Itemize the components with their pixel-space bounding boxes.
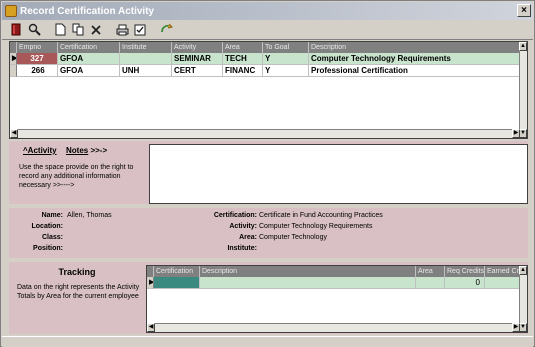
cell-activity[interactable]: CERT [172,65,223,77]
print-icon[interactable] [114,22,130,38]
col-empno[interactable]: Empno [17,42,58,53]
position-label: Position: [33,245,63,252]
scroll-right-icon[interactable]: ▶ [512,323,520,332]
tab-notes-arrow: >>-> [88,146,108,155]
location-label: Location: [31,223,64,230]
certification-value: Certificate in Fund Accounting Practices [259,212,383,219]
row-pointer-icon: ▶ [147,277,154,289]
refresh-icon[interactable] [158,22,174,38]
cell-empno[interactable]: 266 [17,65,58,77]
col-area[interactable]: Area [223,42,263,53]
col-area[interactable]: Area [416,266,445,277]
cell-area[interactable]: FINANC [223,65,263,77]
row-indicator-header [10,42,17,53]
col-description[interactable]: Description [309,42,521,53]
scroll-down-icon[interactable]: ▼ [519,323,527,332]
cell-description[interactable]: Professional Certification [309,65,521,77]
tracking-grid: Certification Description Area Req Credi… [146,265,528,333]
col-to-goal[interactable]: To Goal [263,42,309,53]
cell-empno[interactable]: 327 [17,53,58,65]
col-earned-credits[interactable]: Earned Cr [485,266,521,277]
copy-doc-icon[interactable] [70,22,86,38]
activity-help-text: Use the space provide on the right to re… [19,164,134,189]
table-row[interactable]: 266 GFOA UNH CERT FINANC Y Professional … [10,65,521,77]
cell-area[interactable] [416,277,445,289]
vertical-scrollbar[interactable]: ▲ ▼ [519,42,527,138]
tracking-grid-header: Certification Description Area Req Credi… [147,266,527,277]
title-bar[interactable]: Record Certification Activity × [2,2,533,20]
tracking-help-text: Data on the right represents the Activit… [17,284,140,300]
cell-certification[interactable] [154,277,200,289]
row-indicator-header [147,266,154,277]
col-req-credits[interactable]: Req Credits [445,266,485,277]
zoom-icon[interactable] [26,22,42,38]
delete-icon[interactable] [88,22,104,38]
col-institute[interactable]: Institute [120,42,172,53]
institute-label: Institute: [227,245,257,252]
cell-earned-credits[interactable] [485,277,521,289]
tab-activity[interactable]: ^Activity [23,146,57,155]
area-value: Computer Technology [259,234,327,241]
name-value: Allen, Thomas [67,212,112,219]
cell-area[interactable]: TECH [223,53,263,65]
activity-panel: ^Activity Notes >>-> Use the space provi… [9,141,528,204]
cell-certification[interactable]: GFOA [58,65,120,77]
cell-to-goal[interactable]: Y [263,65,309,77]
new-doc-icon[interactable] [52,22,68,38]
close-button[interactable]: × [517,4,531,17]
area-label: Area: [239,234,257,241]
tracking-panel: Tracking Data on the right represents th… [9,262,528,334]
name-label: Name: [41,212,63,219]
cell-institute[interactable]: UNH [120,65,172,77]
certification-grid: Empno Certification Institute Activity A… [9,41,528,139]
notes-textarea[interactable] [149,144,528,204]
cell-to-goal[interactable]: Y [263,53,309,65]
col-activity[interactable]: Activity [172,42,223,53]
certification-label: Certification: [213,212,257,219]
col-certification[interactable]: Certification [58,42,120,53]
scroll-right-icon[interactable]: ▶ [512,129,520,138]
cell-req-credits[interactable]: 0 [445,277,485,289]
activity-label: Activity: [229,223,257,230]
tab-notes[interactable]: Notes >>-> [66,146,107,155]
certification-window: Record Certification Activity × Empno Ce… [0,0,535,347]
row-pointer-icon: ▶ [10,53,17,65]
col-certification[interactable]: Certification [154,266,200,277]
cell-certification[interactable]: GFOA [58,53,120,65]
tracking-title: Tracking [58,267,96,277]
cell-description[interactable] [200,277,416,289]
scroll-up-icon[interactable]: ▲ [519,42,527,51]
horizontal-scrollbar[interactable]: ◀ ▶ [10,129,520,138]
class-label: Class: [41,234,63,241]
employee-info-panel: Name: Allen, Thomas Location: Class: Pos… [9,208,528,258]
row-indicator [10,65,17,77]
scroll-left-icon[interactable]: ◀ [147,323,155,332]
table-row[interactable]: ▶ 0 [147,277,521,289]
table-row[interactable]: ▶ 327 GFOA SEMINAR TECH Y Computer Techn… [10,53,521,65]
grid-header: Empno Certification Institute Activity A… [10,42,527,53]
window-title: Record Certification Activity [20,5,155,17]
col-description[interactable]: Description [200,266,416,277]
activity-value: Computer Technology Requirements [259,223,373,230]
vertical-scrollbar[interactable]: ▲ ▼ [519,266,527,332]
cell-institute[interactable] [120,53,172,65]
scroll-left-icon[interactable]: ◀ [10,129,18,138]
close-book-icon[interactable] [8,22,24,38]
tab-notes-label: Notes [66,146,89,155]
scroll-up-icon[interactable]: ▲ [519,266,527,275]
checklist-icon[interactable] [132,22,148,38]
app-icon [5,5,17,17]
cell-activity[interactable]: SEMINAR [172,53,223,65]
cell-description[interactable]: Computer Technology Requirements [309,53,521,65]
horizontal-scrollbar[interactable]: ◀ ▶ [147,323,520,332]
toolbar [2,20,533,40]
status-bar [2,336,533,347]
scroll-down-icon[interactable]: ▼ [519,129,527,138]
